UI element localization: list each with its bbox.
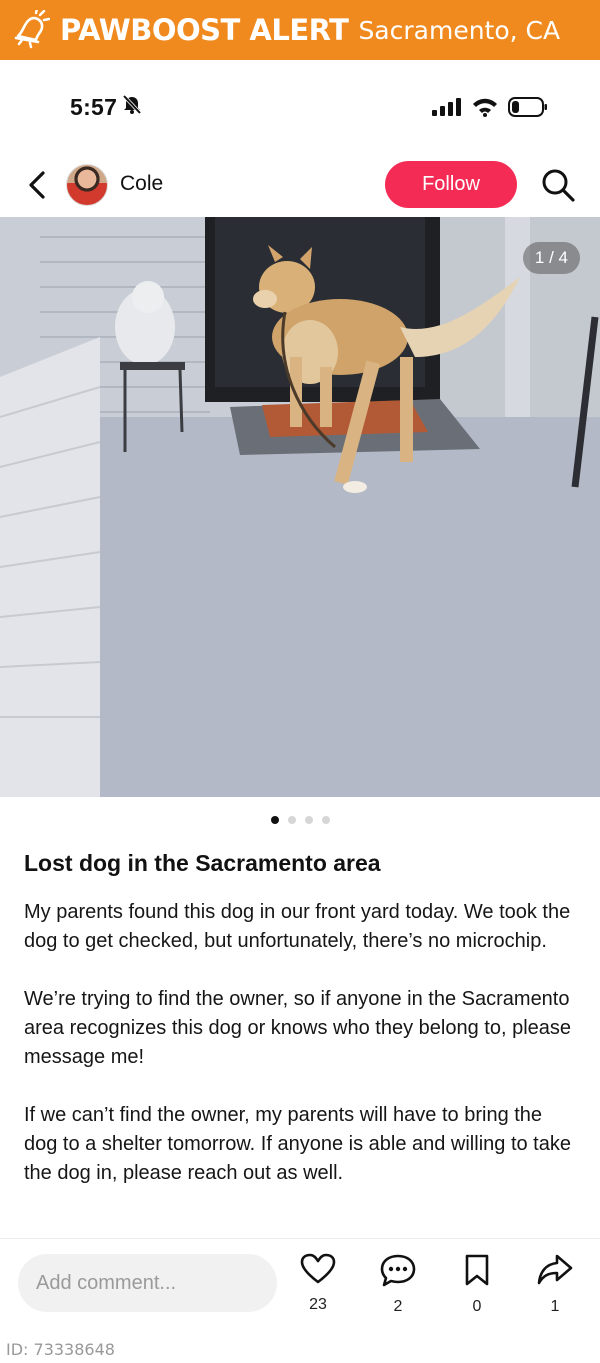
post-photo[interactable]: 1 / 4 <box>0 217 600 797</box>
follow-button[interactable]: Follow <box>385 161 517 208</box>
profile-header: Cole Follow <box>0 155 600 217</box>
banner-city: Sacramento, CA <box>358 15 561 45</box>
comment-count: 2 <box>393 1298 403 1315</box>
pagination-dot-1[interactable] <box>270 816 279 824</box>
comment-bubble-icon <box>380 1253 416 1292</box>
pagination-dot-3[interactable] <box>304 816 313 824</box>
avatar[interactable] <box>66 164 108 206</box>
post-id: ID: 73338648 <box>6 1340 115 1359</box>
share-arrow-icon <box>536 1253 574 1292</box>
post-title: Lost dog in the Sacramento area <box>24 850 381 876</box>
pagination-dot-2[interactable] <box>287 816 296 824</box>
post-content: Lost dog in the Sacramento area My paren… <box>0 840 600 1238</box>
post-paragraph: If we can’t find the owner, my parents w… <box>24 1104 571 1184</box>
search-icon[interactable] <box>540 167 576 203</box>
wifi-icon <box>472 97 498 122</box>
signal-icon <box>432 97 462 122</box>
comment-button[interactable]: 2 <box>373 1253 423 1316</box>
share-count: 1 <box>550 1298 560 1315</box>
post-paragraph: We’re trying to find the owner, so if an… <box>24 988 572 1068</box>
heart-icon <box>300 1253 336 1290</box>
back-arrow-icon[interactable] <box>22 167 52 203</box>
save-button[interactable]: 0 <box>452 1253 502 1316</box>
status-time: 5:57 <box>70 93 143 121</box>
post-text: Lost dog in the Sacramento area My paren… <box>24 848 580 1217</box>
like-count: 23 <box>309 1296 327 1313</box>
like-button[interactable]: 23 <box>293 1253 343 1314</box>
photo-pagination <box>0 816 600 824</box>
system-icons <box>432 96 548 123</box>
pagination-dot-4[interactable] <box>321 816 330 824</box>
username[interactable]: Cole <box>120 172 163 196</box>
photo-counter: 1 / 4 <box>522 242 580 274</box>
bottom-action-bar: Add comment... 23 2 0 1 <box>0 1238 600 1328</box>
dog-on-porch-image <box>0 217 600 797</box>
pawboost-alert-banner: PAWBOOST ALERT Sacramento, CA <box>0 0 600 60</box>
post-body: My parents found this dog in our front y… <box>24 898 580 1188</box>
battery-icon <box>508 96 548 123</box>
clock-text: 5:57 <box>70 93 118 120</box>
bell-alert-icon <box>8 8 52 52</box>
bookmark-icon <box>462 1253 492 1292</box>
status-bar: 5:57 <box>0 60 600 155</box>
add-comment-input[interactable]: Add comment... <box>18 1254 277 1312</box>
save-count: 0 <box>472 1298 482 1315</box>
post-paragraph: My parents found this dog in our front y… <box>24 901 571 952</box>
silent-bell-icon <box>121 93 143 121</box>
share-button[interactable]: 1 <box>530 1253 580 1316</box>
banner-brand: PAWBOOST ALERT <box>60 13 349 47</box>
